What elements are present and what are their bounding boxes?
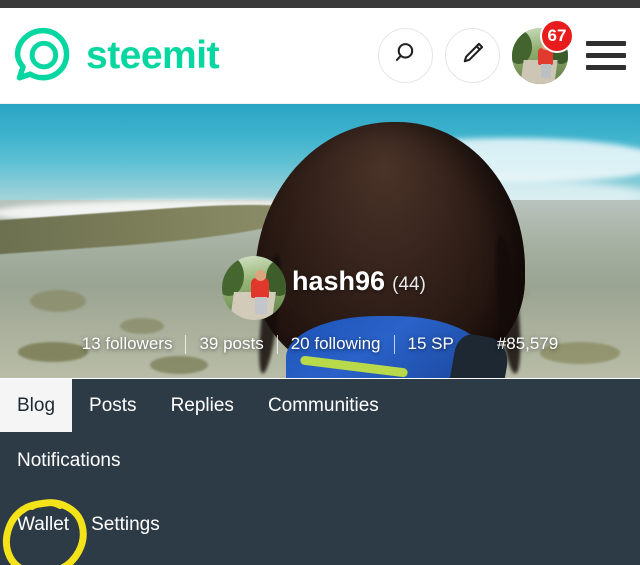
menu-row-account: Wallet Settings <box>17 490 623 554</box>
menu-item-notifications[interactable]: Notifications <box>17 432 121 490</box>
menu-item-settings[interactable]: Settings <box>91 496 160 554</box>
menu-row-notifications: Notifications <box>17 432 623 490</box>
profile-stats: 13 followers 39 posts 20 following 15 SP… <box>0 334 640 354</box>
site-header: steemit 67 <box>0 8 640 104</box>
device-status-bar <box>0 0 640 8</box>
stat-followers[interactable]: 13 followers <box>69 334 186 354</box>
profile-avatar[interactable] <box>222 256 286 320</box>
steemit-profile-screen: steemit 67 hash96 (44) 13 followers 39 p… <box>0 0 640 565</box>
search-button[interactable] <box>378 28 433 83</box>
profile-nav: Blog Posts Replies Communities Notificat… <box>0 379 640 565</box>
tab-blog[interactable]: Blog <box>0 379 73 432</box>
brand-name: steemit <box>86 34 220 77</box>
profile-username: hash96 <box>292 266 386 296</box>
brand-home-link[interactable]: steemit <box>14 27 378 85</box>
user-avatar-button[interactable]: 67 <box>512 18 574 84</box>
profile-reputation: (44) <box>392 274 426 295</box>
menu-item-wallet[interactable]: Wallet <box>17 496 69 554</box>
notification-badge[interactable]: 67 <box>540 18 574 53</box>
tab-replies[interactable]: Replies <box>154 379 251 432</box>
stat-posts[interactable]: 39 posts <box>186 334 276 354</box>
hamburger-menu-icon[interactable] <box>586 41 626 70</box>
profile-name-row: hash96 (44) <box>292 266 426 297</box>
stat-steem-power: 15 SP <box>407 334 454 353</box>
stat-rank: #85,579 <box>496 334 559 353</box>
profile-tabs: Blog Posts Replies Communities <box>0 379 640 432</box>
profile-cover: hash96 (44) 13 followers 39 posts 20 fol… <box>0 104 640 378</box>
search-icon <box>393 40 419 71</box>
new-post-button[interactable] <box>445 28 500 83</box>
tab-posts[interactable]: Posts <box>72 379 154 432</box>
pencil-edit-icon <box>460 40 486 71</box>
header-actions: 67 <box>378 18 626 84</box>
steemit-logo-icon <box>14 27 72 85</box>
stat-following[interactable]: 20 following <box>278 334 394 354</box>
profile-menu-list: Notifications Wallet Settings <box>0 432 640 554</box>
tab-communities[interactable]: Communities <box>251 379 396 432</box>
